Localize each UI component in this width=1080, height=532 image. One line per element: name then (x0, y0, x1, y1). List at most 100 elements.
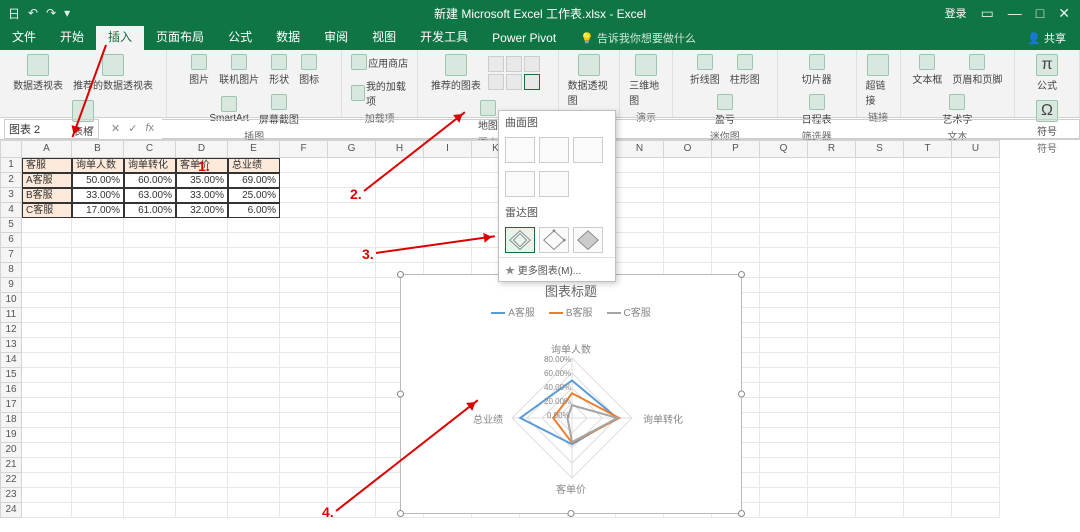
cell[interactable] (328, 383, 376, 398)
cell[interactable] (124, 233, 176, 248)
row-header[interactable]: 4 (0, 203, 22, 218)
cell[interactable] (952, 173, 1000, 188)
cell[interactable]: 32.00% (176, 203, 228, 218)
cell[interactable] (808, 458, 856, 473)
cell[interactable] (280, 308, 328, 323)
row-header[interactable]: 11 (0, 308, 22, 323)
cell[interactable] (22, 473, 72, 488)
cell[interactable] (176, 458, 228, 473)
tab-layout[interactable]: 页面布局 (144, 24, 216, 50)
surface-chart-option[interactable] (573, 137, 603, 163)
cell[interactable] (228, 398, 280, 413)
cell[interactable] (808, 278, 856, 293)
row-header[interactable]: 14 (0, 353, 22, 368)
cell[interactable] (760, 203, 808, 218)
cell[interactable] (808, 503, 856, 518)
cell[interactable] (664, 203, 712, 218)
cell[interactable] (72, 248, 124, 263)
cell[interactable]: 总业绩 (228, 158, 280, 173)
cell[interactable] (712, 188, 760, 203)
cell[interactable] (228, 428, 280, 443)
cell[interactable] (72, 323, 124, 338)
redo-icon[interactable]: ↷ (46, 6, 56, 20)
column-header[interactable]: E (228, 140, 280, 158)
cell[interactable] (228, 443, 280, 458)
cell[interactable] (904, 428, 952, 443)
cell[interactable] (952, 428, 1000, 443)
cell[interactable] (228, 338, 280, 353)
cell[interactable] (952, 158, 1000, 173)
cell[interactable] (856, 218, 904, 233)
cell[interactable] (808, 263, 856, 278)
tell-me[interactable]: 💡 告诉我你想要做什么 (568, 26, 708, 50)
cell[interactable] (616, 248, 664, 263)
chart-type-icon[interactable] (506, 56, 522, 72)
cell[interactable] (280, 188, 328, 203)
cell[interactable] (124, 293, 176, 308)
cell[interactable] (904, 338, 952, 353)
cell[interactable] (22, 458, 72, 473)
cell[interactable] (328, 218, 376, 233)
cell[interactable] (904, 158, 952, 173)
cell[interactable] (22, 488, 72, 503)
cell[interactable] (176, 443, 228, 458)
cell[interactable] (328, 368, 376, 383)
cell[interactable] (808, 413, 856, 428)
cell[interactable] (952, 203, 1000, 218)
cell[interactable] (280, 203, 328, 218)
cell[interactable] (280, 293, 328, 308)
cell[interactable] (124, 218, 176, 233)
cell[interactable] (856, 158, 904, 173)
minimize-icon[interactable]: — (1008, 5, 1022, 21)
cell[interactable] (856, 263, 904, 278)
cell[interactable] (176, 248, 228, 263)
resize-handle[interactable] (738, 510, 745, 517)
cell[interactable] (280, 173, 328, 188)
rec-pivot-button[interactable]: 推荐的数据透视表 (70, 52, 156, 94)
cell[interactable] (616, 233, 664, 248)
cell[interactable] (952, 338, 1000, 353)
cell[interactable] (760, 368, 808, 383)
cell[interactable] (760, 353, 808, 368)
cell[interactable] (856, 353, 904, 368)
column-header[interactable]: N (616, 140, 664, 158)
radar-markers-option[interactable] (539, 227, 569, 253)
cell[interactable] (760, 443, 808, 458)
cell[interactable] (124, 278, 176, 293)
cell[interactable] (72, 428, 124, 443)
cell[interactable] (808, 233, 856, 248)
more-charts-option[interactable]: 更多图表(M)... (499, 257, 615, 281)
cell[interactable] (760, 458, 808, 473)
cell[interactable] (952, 233, 1000, 248)
resize-handle[interactable] (568, 510, 575, 517)
cell[interactable] (712, 218, 760, 233)
cell[interactable] (22, 323, 72, 338)
cell[interactable] (72, 338, 124, 353)
cell[interactable]: 69.00% (228, 173, 280, 188)
cell[interactable] (808, 353, 856, 368)
cell[interactable] (616, 173, 664, 188)
cell[interactable] (856, 413, 904, 428)
cell[interactable] (22, 338, 72, 353)
cell[interactable] (72, 473, 124, 488)
cell[interactable] (376, 188, 424, 203)
cell[interactable] (616, 203, 664, 218)
fx-icon[interactable]: fx (145, 122, 154, 135)
cell[interactable] (952, 353, 1000, 368)
row-header[interactable]: 17 (0, 398, 22, 413)
ribbon-display-icon[interactable]: ▭ (981, 5, 994, 22)
cell[interactable] (904, 488, 952, 503)
cell[interactable] (808, 308, 856, 323)
cell[interactable] (904, 278, 952, 293)
cell[interactable] (808, 203, 856, 218)
row-header[interactable]: 9 (0, 278, 22, 293)
cell[interactable] (808, 338, 856, 353)
cell[interactable] (280, 368, 328, 383)
cell[interactable] (856, 383, 904, 398)
cell[interactable] (176, 368, 228, 383)
cell[interactable] (856, 278, 904, 293)
cell[interactable] (22, 503, 72, 518)
pivotchart-button[interactable]: 数据透视图 (565, 52, 614, 109)
cell[interactable] (712, 233, 760, 248)
cell[interactable] (424, 188, 472, 203)
